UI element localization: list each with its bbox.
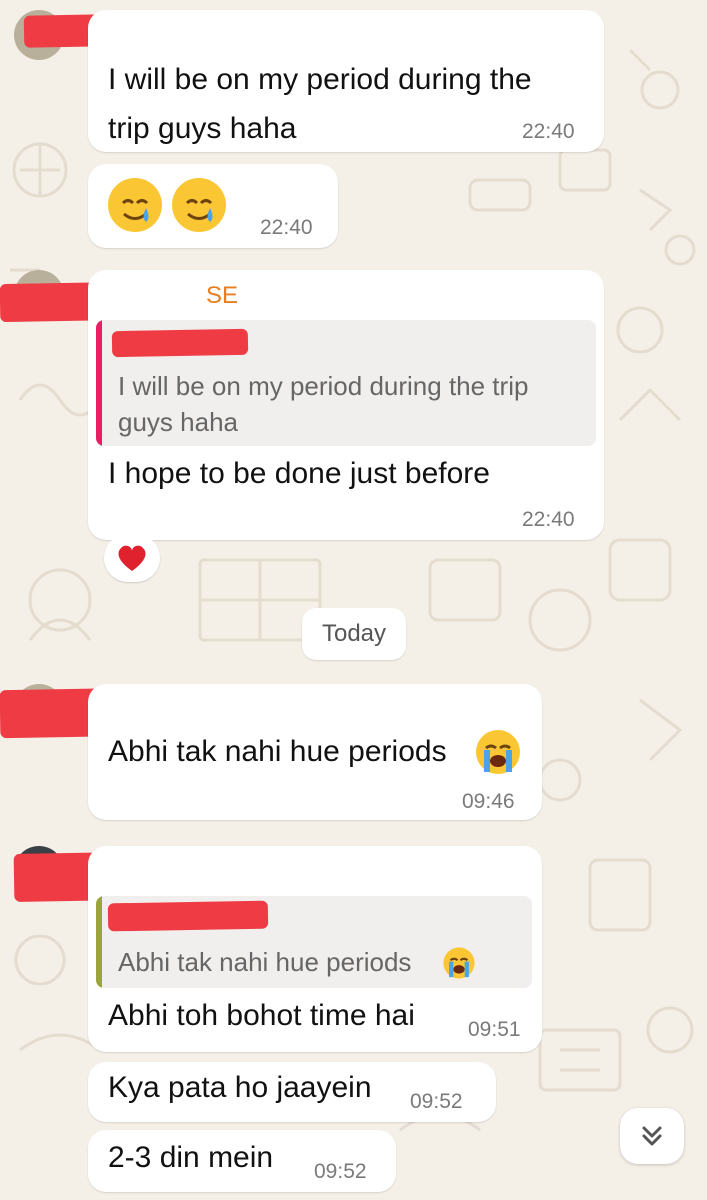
- message-text: 2-3 din mein: [108, 1141, 274, 1174]
- message-time: 22:40: [522, 508, 575, 531]
- message-bubble[interactable]: 22:40: [88, 164, 338, 248]
- message-text: I hope to be done just before: [108, 457, 490, 490]
- message-text: Kya pata ho jaayein: [108, 1071, 372, 1104]
- message-time: 09:52: [410, 1090, 463, 1113]
- quoted-text: I will be on my period during the trip: [118, 371, 529, 401]
- double-chevron-down-icon: [642, 1126, 662, 1146]
- scroll-to-bottom-button[interactable]: [620, 1108, 684, 1164]
- loudly-crying-face-icon: [476, 730, 520, 774]
- message-text: I will be on my period during the: [108, 63, 532, 96]
- reaction-badge[interactable]: [104, 534, 160, 582]
- quoted-text: Abhi tak nahi hue periods: [118, 947, 412, 977]
- message-bubble[interactable]: Abhi tak nahi hue periods Abhi toh bohot…: [88, 846, 542, 1052]
- redacted-quoted-name: [111, 328, 249, 358]
- quoted-text: guys haha: [118, 407, 238, 437]
- smiling-face-with-tear-icon: [172, 178, 226, 232]
- message-bubble[interactable]: SE I will be on my period during the tri…: [88, 270, 604, 540]
- message-bubble[interactable]: Kya pata ho jaayein 09:52: [88, 1062, 496, 1122]
- loudly-crying-face-icon: [443, 947, 475, 979]
- message-text: Abhi toh bohot time hai: [108, 999, 415, 1032]
- message-bubble[interactable]: Abhi tak nahi hue periods 09:46: [88, 684, 542, 820]
- message-time: 09:52: [314, 1160, 367, 1183]
- sender-name-fragment: SE: [206, 282, 239, 309]
- message-time: 09:46: [462, 790, 515, 813]
- date-divider: Today: [302, 608, 406, 660]
- message-text: Abhi tak nahi hue periods: [108, 735, 447, 768]
- message-bubble[interactable]: 2-3 din mein 09:52: [88, 1130, 396, 1192]
- red-heart-icon: [118, 545, 146, 571]
- smiling-face-with-tear-icon: [108, 178, 162, 232]
- quote-bar: [96, 896, 102, 988]
- message-text: trip guys haha: [108, 112, 297, 145]
- quoted-message[interactable]: Abhi tak nahi hue periods: [96, 896, 532, 988]
- message-time: 09:51: [468, 1018, 521, 1041]
- quoted-message[interactable]: I will be on my period during the trip g…: [96, 320, 596, 446]
- quote-bar: [96, 320, 102, 446]
- message-bubble[interactable]: I will be on my period during the trip g…: [88, 10, 604, 152]
- message-time: 22:40: [522, 120, 575, 143]
- message-time: 22:40: [260, 216, 313, 239]
- redacted-quoted-name: [107, 900, 269, 932]
